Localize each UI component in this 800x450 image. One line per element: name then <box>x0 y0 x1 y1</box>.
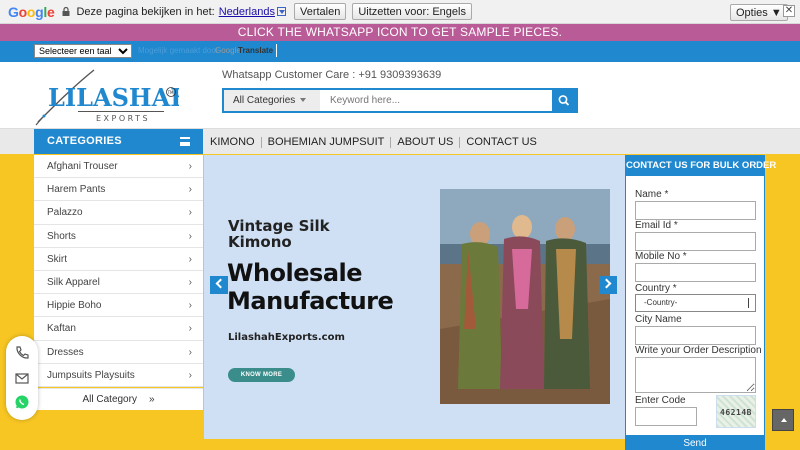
google-mini-logo: Google <box>215 46 241 55</box>
translate-button[interactable]: Vertalen <box>293 3 347 20</box>
slider-prev-button[interactable] <box>210 276 228 294</box>
slider-next-button[interactable] <box>599 276 617 294</box>
send-button[interactable]: Send <box>625 435 765 450</box>
category-list: Afghani Trouser › Harem Pants › Palazzo › S… <box>34 155 203 387</box>
captcha-image: 46214B <box>716 395 756 428</box>
google-translate-bar: Google Deze pagina bekijken in het: Nede… <box>0 0 800 24</box>
code-label: Enter Code <box>635 395 686 406</box>
search-category-select[interactable]: All Categories <box>224 90 320 111</box>
hero-title: Wholesale Manufacture <box>227 259 394 315</box>
hero-photo <box>440 189 610 404</box>
trademark-mark: TM <box>167 90 174 95</box>
category-item[interactable]: Palazzo › <box>34 201 203 225</box>
language-dropdown-icon[interactable] <box>276 7 286 16</box>
country-select[interactable]: -Country- <box>635 294 756 312</box>
chevron-right-icon: › <box>188 346 192 358</box>
category-item[interactable]: Skirt › <box>34 248 203 271</box>
know-more-button[interactable]: KNOW MORE <box>228 368 295 382</box>
email-label: Email Id * <box>635 220 678 231</box>
mobile-field[interactable] <box>635 263 756 282</box>
chevron-right-icon: › <box>188 184 192 196</box>
bulk-order-form: CONTACT US FOR BULK ORDER Name * Email I… <box>625 155 776 450</box>
chevron-right-icon <box>601 278 612 289</box>
city-label: City Name <box>635 314 682 325</box>
description-field[interactable] <box>635 357 756 393</box>
search-input[interactable] <box>320 90 552 111</box>
chevron-right-icon: › <box>188 276 192 288</box>
mobile-label: Mobile No * <box>635 251 687 262</box>
nav-about-us[interactable]: ABOUT US <box>391 136 459 148</box>
options-button[interactable]: Opties ▼ <box>730 4 788 21</box>
nav-bohemian-jumpsuit[interactable]: BOHEMIAN JUMPSUIT <box>262 136 391 148</box>
chevron-right-icon: › <box>188 323 192 335</box>
search-icon <box>558 95 570 106</box>
bulk-order-title: CONTACT US FOR BULK ORDER <box>626 156 776 176</box>
email-field[interactable] <box>635 232 756 251</box>
category-item[interactable]: Silk Apparel › <box>34 271 203 295</box>
categories-header[interactable]: CATEGORIES <box>34 129 203 154</box>
whatsapp-icon[interactable] <box>14 394 30 410</box>
logo-main-text: LILASHAH <box>48 83 179 112</box>
whatsapp-customer-care[interactable]: Whatsapp Customer Care : +91 9309393639 <box>222 69 441 81</box>
lock-icon <box>62 7 70 16</box>
category-item[interactable]: Harem Pants › <box>34 178 203 202</box>
powered-by-text: Mogelijk gemaakt door <box>138 46 219 55</box>
menu-icon[interactable] <box>180 137 190 146</box>
name-field[interactable] <box>635 201 756 220</box>
translate-prompt: Deze pagina bekijken in het: <box>76 5 215 18</box>
floating-contact-bar <box>6 336 38 420</box>
logo-sub-text: EXPORTS <box>96 114 150 123</box>
site-logo[interactable]: LILASHAH EXPORTS TM <box>34 66 179 126</box>
chevron-right-icon: › <box>188 207 192 219</box>
hero-slider[interactable]: Vintage Silk Kimono Wholesale Manufactur… <box>204 155 625 439</box>
chevron-right-icon: › <box>188 230 192 242</box>
double-chevron-icon: » <box>148 394 155 405</box>
chevron-right-icon: › <box>188 161 192 172</box>
close-icon[interactable]: ✕ <box>783 5 795 17</box>
description-label: Write your Order Description <box>635 345 762 356</box>
chevron-right-icon: › <box>188 253 192 265</box>
search-bar: All Categories <box>222 88 578 113</box>
captcha-input[interactable] <box>635 407 697 426</box>
caret-down-icon <box>300 98 306 102</box>
language-select[interactable]: Selecteer een taal <box>34 44 132 58</box>
country-label: Country * <box>635 283 677 294</box>
category-item[interactable]: Kaftan › <box>34 317 203 341</box>
announcement-bar[interactable]: CLICK THE WHATSAPP ICON TO GET SAMPLE PI… <box>0 24 800 41</box>
back-to-top-icon[interactable] <box>772 409 794 431</box>
hero-subtitle: Vintage Silk Kimono <box>228 217 330 251</box>
turn-off-translation-button[interactable]: Uitzetten voor: Engels <box>352 3 472 20</box>
category-item[interactable]: Dresses › <box>34 341 203 364</box>
language-link[interactable]: Nederlands <box>219 6 275 18</box>
site-header: LILASHAH EXPORTS TM Whatsapp Customer Ca… <box>0 62 800 128</box>
category-item[interactable]: Hippie Boho › <box>34 294 203 318</box>
search-button[interactable] <box>552 90 576 111</box>
language-strip: Selecteer een taal Mogelijk gemaakt door… <box>0 41 800 62</box>
city-field[interactable] <box>635 326 756 345</box>
nav-kimono[interactable]: KIMONO <box>204 136 261 148</box>
category-item[interactable]: Shorts › <box>34 225 203 248</box>
chevron-right-icon: › <box>188 369 192 381</box>
select-scroll-icon <box>748 298 753 308</box>
hero-website: LilashahExports.com <box>228 332 345 343</box>
phone-icon[interactable] <box>14 345 30 361</box>
chevron-left-icon <box>215 278 226 289</box>
category-item[interactable]: Afghani Trouser › <box>34 155 203 179</box>
name-label: Name * <box>635 189 669 200</box>
email-icon[interactable] <box>14 370 30 386</box>
translate-label[interactable]: Translate <box>238 46 273 55</box>
nav-contact-us[interactable]: CONTACT US <box>460 136 543 148</box>
category-item[interactable]: Jumpsuits Playsuits › <box>34 364 203 387</box>
all-category-link[interactable]: All Category» <box>34 388 203 410</box>
google-logo: Google <box>8 3 55 20</box>
chevron-right-icon: › <box>188 300 192 312</box>
divider <box>276 44 277 57</box>
